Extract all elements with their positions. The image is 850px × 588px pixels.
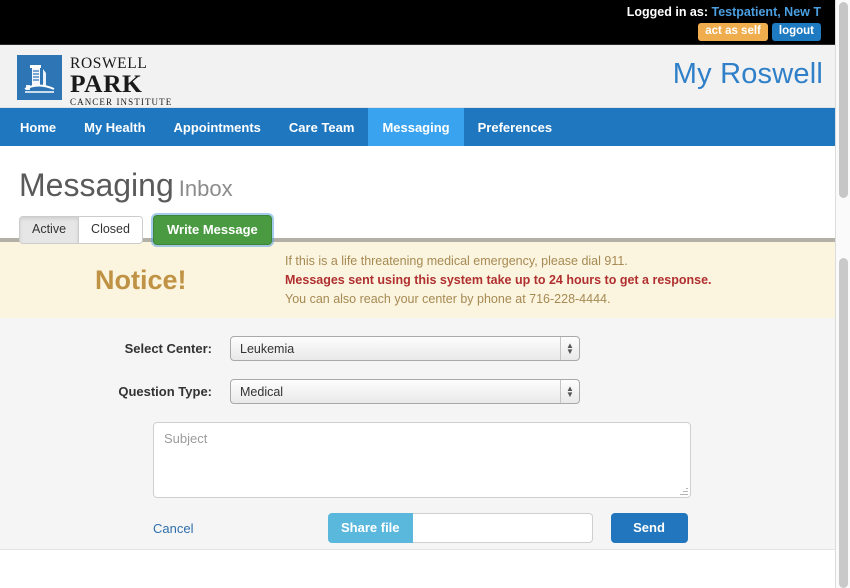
subject-spacer: [0, 422, 153, 498]
browser-viewport: Logged in as: Testpatient, New T act as …: [0, 0, 850, 588]
notice-line-emergency: If this is a life threatening medical em…: [285, 254, 628, 268]
select-center-value: Leukemia: [240, 341, 295, 356]
nav-item-appointments[interactable]: Appointments: [160, 108, 275, 146]
nav-item-preferences[interactable]: Preferences: [464, 108, 566, 146]
resize-handle[interactable]: [680, 487, 688, 495]
page-title-sub: Inbox: [178, 176, 233, 201]
page-title: Messaging Inbox: [19, 168, 835, 206]
share-file-group: Share file: [328, 513, 593, 543]
my-roswell-brand: My Roswell: [672, 58, 823, 90]
logged-in-label: Logged in as:: [626, 5, 708, 19]
scrollbar-thumb-top[interactable]: [839, 2, 848, 198]
chevron-updown-icon: ▲ ▼: [560, 337, 579, 360]
page-footer-area: [0, 550, 835, 580]
logo-park-text: PARK: [70, 69, 143, 98]
notice-title: Notice!: [95, 264, 187, 295]
site-logo[interactable]: ROSWELL PARK CANCER INSTITUTE: [17, 55, 172, 108]
logout-button[interactable]: logout: [771, 23, 821, 41]
page-title-main: Messaging: [19, 167, 174, 203]
chevron-updown-icon: ▲ ▼: [560, 380, 579, 403]
account-info: Logged in as: Testpatient, New T act as …: [627, 4, 821, 41]
subject-row: Subject: [0, 422, 835, 498]
notice-line-response-time: Messages sent using this system take up …: [285, 273, 712, 287]
account-actions: act as self logout: [627, 23, 821, 41]
select-center-row: Select Center: Leukemia ▲ ▼: [0, 336, 835, 361]
roswell-park-building-icon: [17, 55, 62, 100]
select-center-label: Select Center:: [124, 341, 212, 356]
logged-in-status: Logged in as: Testpatient, New T: [627, 4, 821, 20]
logo-cancer-institute-text: CANCER INSTITUTE: [70, 97, 173, 107]
logo-wordmark: ROSWELL PARK CANCER INSTITUTE: [70, 55, 172, 108]
compose-message-form: Select Center: Leukemia ▲ ▼ Question Type…: [0, 318, 835, 550]
notice-text-block: If this is a life threatening medical em…: [285, 251, 712, 309]
nav-item-care-team[interactable]: Care Team: [275, 108, 369, 146]
page-content: Logged in as: Testpatient, New T act as …: [0, 0, 835, 588]
nav-item-home[interactable]: Home: [6, 108, 70, 146]
share-file-input[interactable]: [412, 513, 593, 543]
subject-textarea[interactable]: Subject: [153, 422, 691, 498]
site-header: ROSWELL PARK CANCER INSTITUTE My Roswell: [0, 45, 835, 108]
nav-item-my-health[interactable]: My Health: [70, 108, 159, 146]
act-as-self-button[interactable]: act as self: [698, 23, 768, 41]
question-type-label: Question Type:: [118, 384, 212, 399]
question-type-dropdown[interactable]: Medical ▲ ▼: [230, 379, 580, 404]
question-type-row: Question Type: Medical ▲ ▼: [0, 379, 835, 404]
nav-item-messaging[interactable]: Messaging: [368, 108, 464, 146]
question-type-value: Medical: [240, 384, 284, 399]
send-button[interactable]: Send: [610, 513, 688, 543]
share-file-button[interactable]: Share file: [328, 513, 413, 543]
logged-in-username[interactable]: Testpatient, New T: [711, 5, 821, 19]
notice-line-phone: You can also reach your center by phone …: [285, 292, 611, 306]
page-title-area: Messaging Inbox Active Closed Write Messa…: [0, 146, 835, 245]
top-account-bar: Logged in as: Testpatient, New T act as …: [0, 0, 835, 45]
form-actions: Cancel Share file Send: [0, 513, 835, 543]
vertical-scrollbar[interactable]: [835, 0, 850, 588]
cancel-link[interactable]: Cancel: [153, 521, 328, 536]
filter-closed-button[interactable]: Closed: [78, 217, 142, 243]
scrollbar-thumb[interactable]: [839, 258, 848, 588]
filter-active-button[interactable]: Active: [20, 217, 79, 243]
write-message-button[interactable]: Write Message: [152, 215, 272, 245]
main-navigation: Home My Health Appointments Care Team Me…: [0, 108, 835, 146]
select-center-dropdown[interactable]: Leukemia ▲ ▼: [230, 336, 580, 361]
inbox-filter-group: Active Closed: [19, 216, 143, 244]
notice-banner: Notice! If this is a life threatening me…: [0, 242, 835, 318]
